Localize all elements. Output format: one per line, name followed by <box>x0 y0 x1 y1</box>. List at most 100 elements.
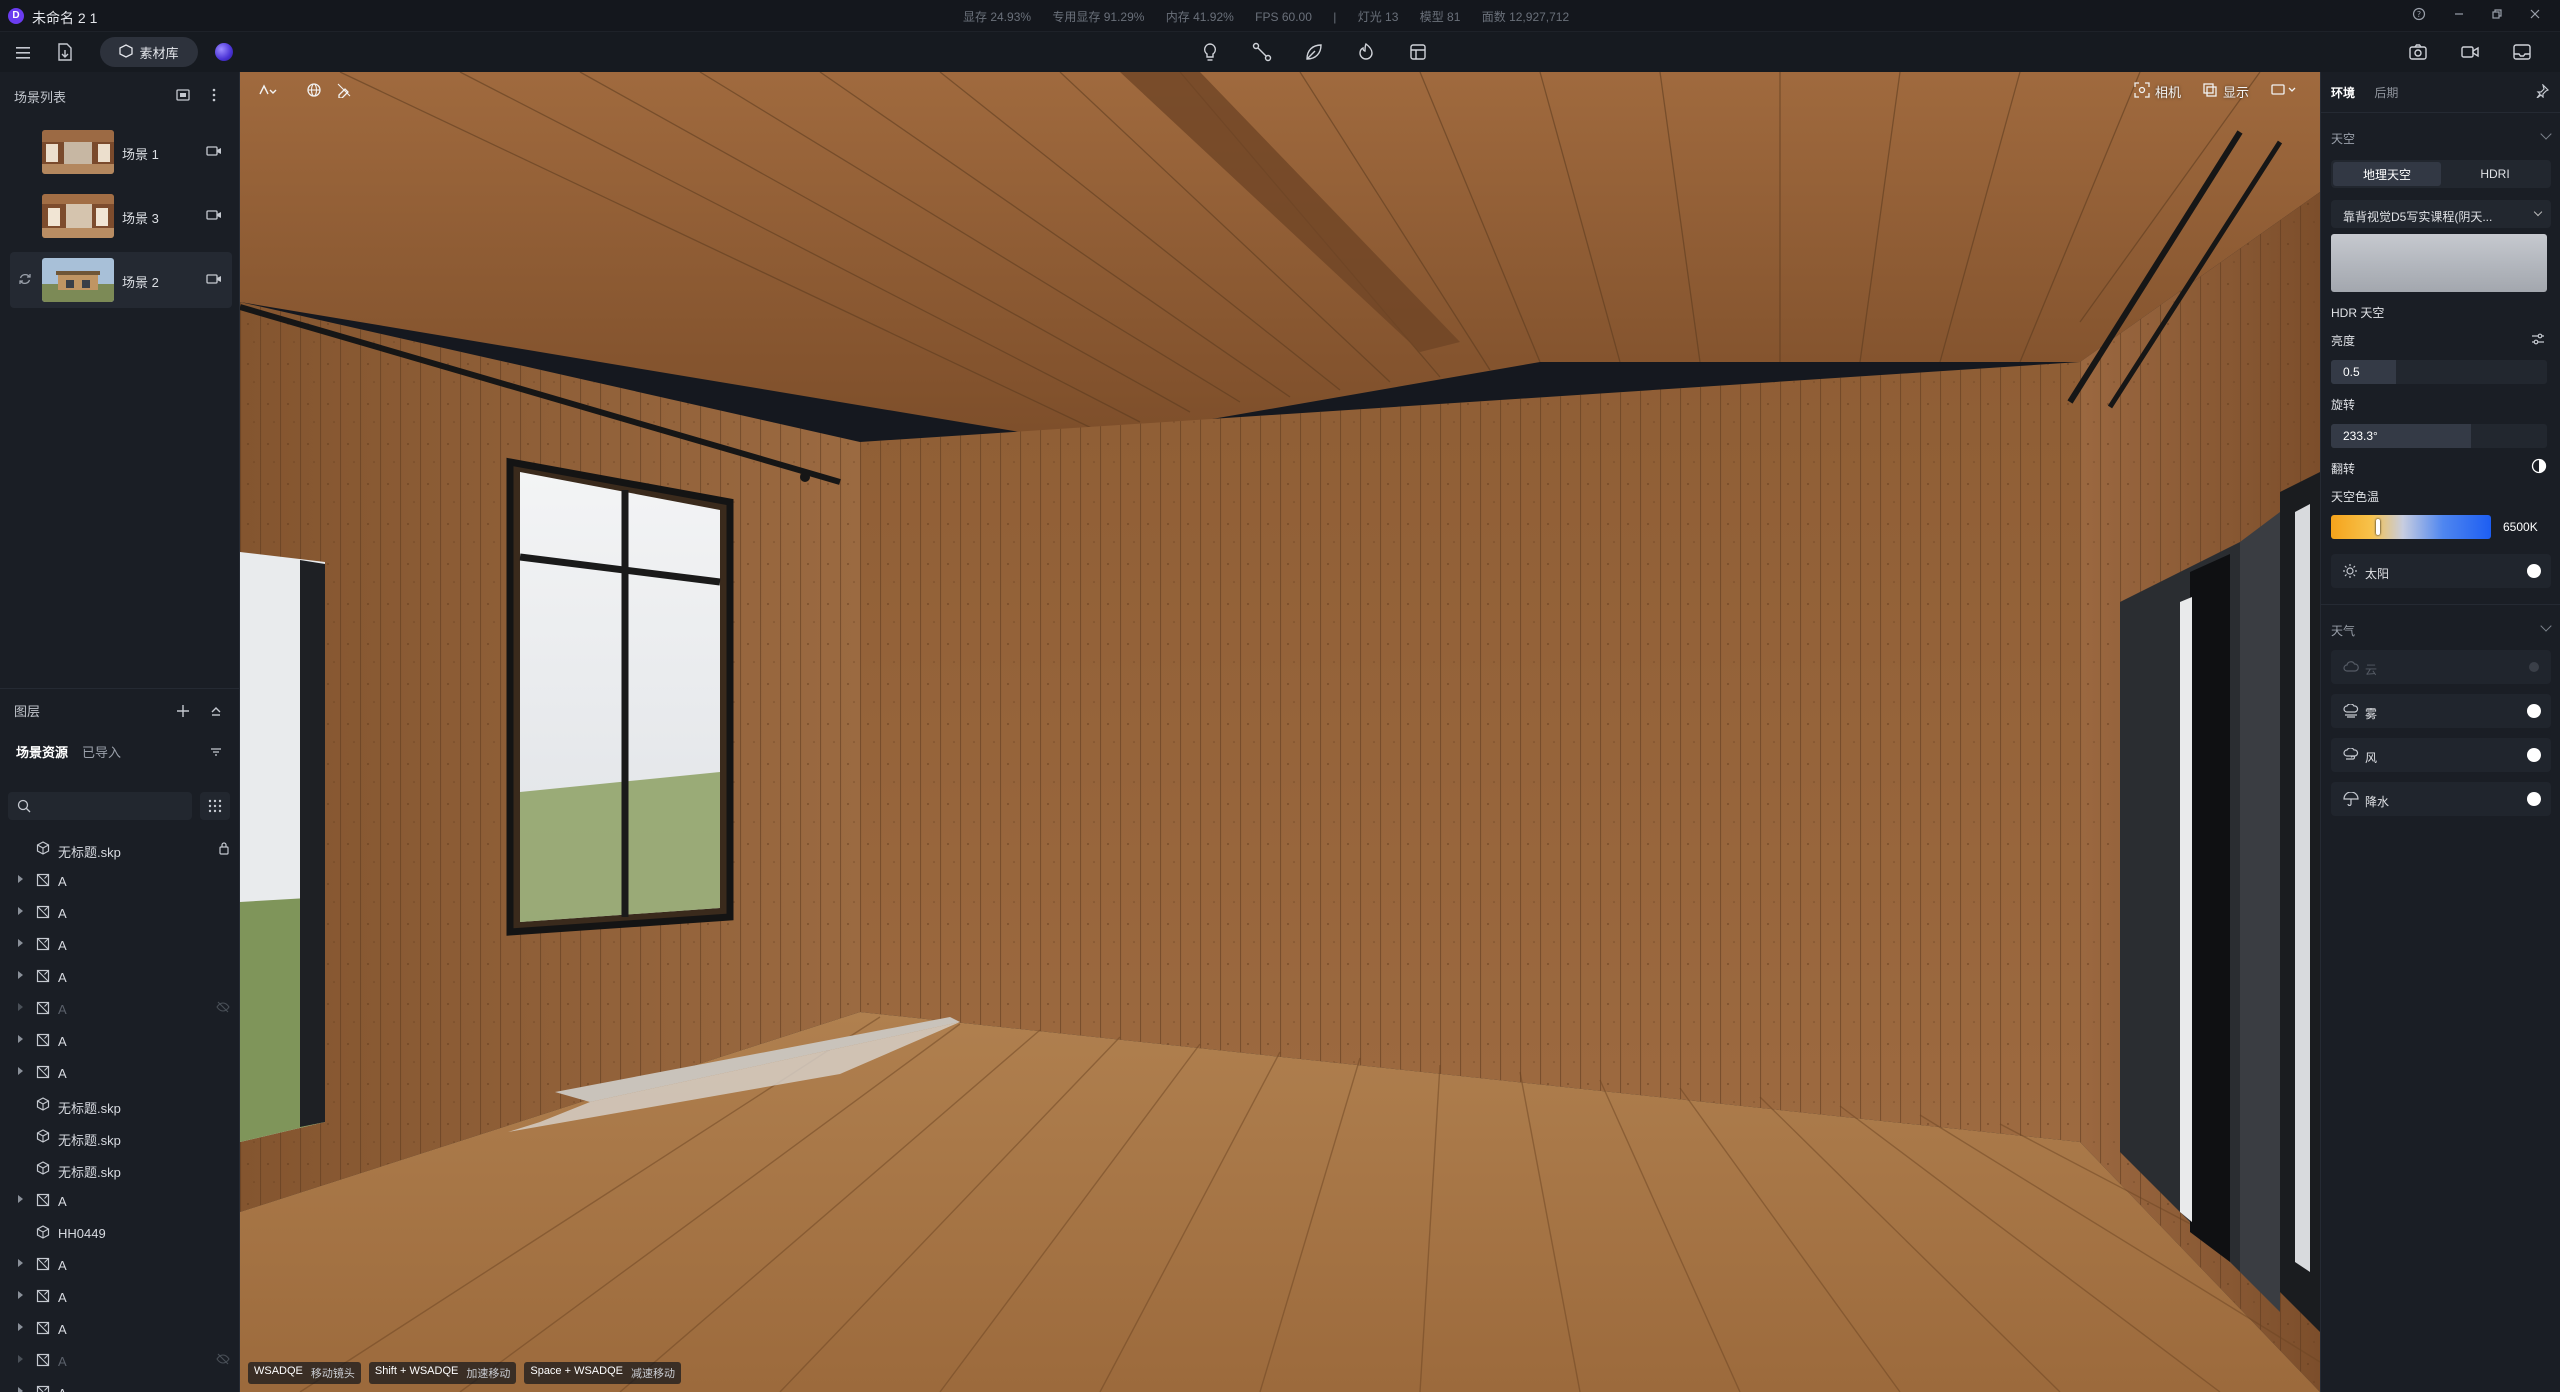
tree-model-item[interactable]: HH0449 <box>0 1217 240 1249</box>
video-camera-icon[interactable] <box>206 144 222 163</box>
lock-icon[interactable] <box>218 841 230 858</box>
camera-button[interactable]: 相机 <box>2134 82 2181 101</box>
leaf-icon[interactable] <box>1304 42 1324 67</box>
expand-arrow-icon[interactable] <box>18 1387 23 1392</box>
tree-model-item[interactable]: 无标题.skp <box>0 1089 240 1121</box>
grid-view-button[interactable] <box>200 792 230 820</box>
effects-icon[interactable] <box>1356 42 1376 67</box>
expand-arrow-icon[interactable] <box>18 1003 23 1011</box>
sun-row[interactable]: 太阳 <box>2331 554 2551 588</box>
color-temp-slider[interactable] <box>2331 515 2491 539</box>
expand-arrow-icon[interactable] <box>18 1291 23 1299</box>
expand-arrow-icon[interactable] <box>18 939 23 947</box>
chevron-down-icon[interactable] <box>2540 620 2552 632</box>
search-input[interactable] <box>8 792 192 820</box>
expand-arrow-icon[interactable] <box>18 1259 23 1267</box>
tree-group-item[interactable]: A <box>0 929 240 961</box>
tree-group-item[interactable]: A <box>0 1025 240 1057</box>
tree-group-item[interactable]: A <box>0 1377 240 1392</box>
user-avatar[interactable] <box>215 43 233 61</box>
filter-icon[interactable] <box>210 746 222 761</box>
sky-mode-hdri[interactable]: HDRI <box>2441 162 2549 186</box>
minimize-icon[interactable] <box>2450 7 2468 24</box>
nav-mode-icon[interactable] <box>256 82 278 98</box>
video-icon[interactable] <box>2460 42 2480 67</box>
chevron-down-icon[interactable] <box>2540 128 2552 140</box>
scene-item-3[interactable]: 场景 3 <box>10 188 232 244</box>
brightness-slider[interactable]: 0.5 <box>2331 360 2547 384</box>
tree-group-item[interactable]: A <box>0 961 240 993</box>
more-icon[interactable] <box>212 88 216 105</box>
expand-arrow-icon[interactable] <box>18 1323 23 1331</box>
hdri-preset-select[interactable]: 靠背视觉D5写实课程(阴天... <box>2331 200 2551 228</box>
view-options-icon[interactable] <box>2270 82 2298 98</box>
expand-arrow-icon[interactable] <box>18 1355 23 1363</box>
expand-arrow-icon[interactable] <box>18 971 23 979</box>
slider-knob[interactable] <box>2375 519 2380 535</box>
eye-off-icon[interactable] <box>216 1001 230 1016</box>
material-icon[interactable] <box>1408 42 1428 67</box>
close-icon[interactable] <box>2526 7 2544 24</box>
tree-item-label: A <box>58 906 67 921</box>
render-queue-icon[interactable] <box>2512 42 2532 67</box>
expand-arrow-icon[interactable] <box>18 1067 23 1075</box>
menu-icon[interactable] <box>16 46 32 65</box>
tree-group-item[interactable]: A <box>0 1345 240 1377</box>
weather-cloud-row[interactable]: 云 <box>2331 650 2551 684</box>
tree-group-item[interactable]: A <box>0 1313 240 1345</box>
light-bulb-icon[interactable] <box>1200 42 1220 67</box>
flip-toggle-icon[interactable] <box>2531 458 2547 479</box>
display-button[interactable]: 显示 <box>2202 82 2249 101</box>
weather-rain-row[interactable]: 降水 <box>2331 782 2551 816</box>
scene-item-1[interactable]: 场景 1 <box>10 124 232 180</box>
pin-icon[interactable] <box>2535 83 2550 103</box>
add-layer-icon[interactable] <box>176 704 190 721</box>
tab-environment[interactable]: 环境 <box>2331 86 2355 100</box>
scene-item-2[interactable]: 场景 2 <box>10 252 232 308</box>
globe-icon[interactable] <box>306 82 322 98</box>
sky-mode-geo[interactable]: 地理天空 <box>2333 162 2441 186</box>
collapse-icon[interactable] <box>210 704 222 721</box>
tree-group-item[interactable]: A <box>0 1057 240 1089</box>
expand-arrow-icon[interactable] <box>18 875 23 883</box>
expand-arrow-icon[interactable] <box>18 907 23 915</box>
tree-group-item[interactable]: A <box>0 865 240 897</box>
help-icon[interactable]: ? <box>2410 7 2428 24</box>
tree-group-item[interactable]: A <box>0 1185 240 1217</box>
tree-group-item[interactable]: A <box>0 993 240 1025</box>
wind-toggle[interactable] <box>2527 748 2541 762</box>
cloud-toggle[interactable] <box>2529 662 2539 672</box>
rotation-slider[interactable]: 233.3° <box>2331 424 2547 448</box>
expand-arrow-icon[interactable] <box>18 1195 23 1203</box>
tree-group-item[interactable]: A <box>0 1249 240 1281</box>
tab-scene-resources[interactable]: 场景资源 <box>16 742 68 761</box>
tree-group-item[interactable]: A <box>0 897 240 929</box>
tree-model-item[interactable]: 无标题.skp <box>0 1153 240 1185</box>
video-camera-icon[interactable] <box>206 208 222 227</box>
asset-library-button[interactable]: 素材库 <box>100 37 198 67</box>
adjust-icon[interactable] <box>2531 332 2545 351</box>
sync-icon[interactable] <box>18 272 32 291</box>
group-icon <box>36 1001 50 1018</box>
path-tool-icon[interactable] <box>1252 42 1272 67</box>
expand-arrow-icon[interactable] <box>18 1035 23 1043</box>
weather-fog-row[interactable]: 雾 <box>2331 694 2551 728</box>
screenshot-camera-icon[interactable] <box>2408 42 2428 67</box>
tab-imported[interactable]: 已导入 <box>82 742 121 761</box>
video-camera-icon[interactable] <box>206 272 222 291</box>
sun-toggle[interactable] <box>2527 564 2541 578</box>
fog-toggle[interactable] <box>2527 704 2541 718</box>
weather-wind-row[interactable]: 风 <box>2331 738 2551 772</box>
tree-model-item[interactable]: 无标题.skp <box>0 1121 240 1153</box>
render-viewport[interactable]: 相机 显示 WSADQE 移动镜头 Shift + WSADQE 加速移动 Spac… <box>240 72 2320 1392</box>
tab-post[interactable]: 后期 <box>2374 86 2398 100</box>
import-file-icon[interactable] <box>56 42 74 67</box>
brush-off-icon[interactable] <box>336 82 352 98</box>
tree-model-item[interactable]: 无标题.skp <box>0 833 240 865</box>
rain-toggle[interactable] <box>2527 792 2541 806</box>
tree-group-item[interactable]: A <box>0 1281 240 1313</box>
add-scene-icon[interactable] <box>176 88 190 105</box>
eye-off-icon[interactable] <box>216 1353 230 1368</box>
restore-icon[interactable] <box>2488 7 2506 24</box>
rotation-value: 233.3° <box>2343 429 2378 443</box>
